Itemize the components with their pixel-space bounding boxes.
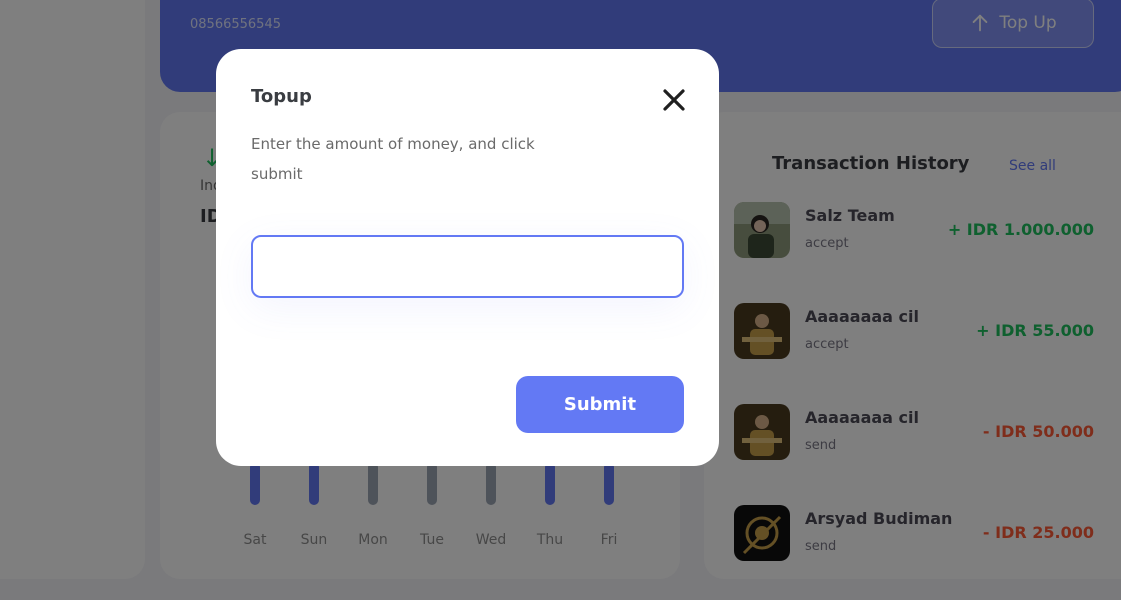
modal-title: Topup [251,86,312,107]
topup-modal: Topup Enter the amount of money, and cli… [216,49,719,466]
amount-input[interactable] [251,235,684,298]
submit-button[interactable]: Submit [516,376,684,433]
close-icon[interactable] [660,86,688,114]
modal-description: Enter the amount of money, and click sub… [251,135,535,183]
